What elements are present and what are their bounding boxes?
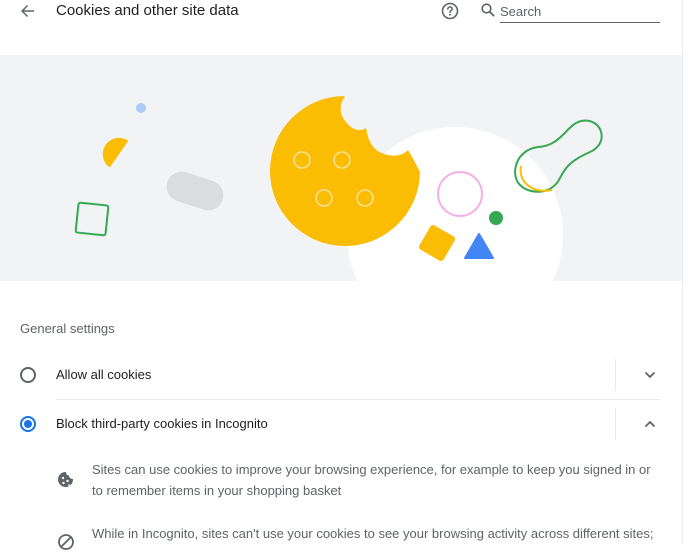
block-icon	[58, 534, 74, 550]
collapse-block-third-party-button[interactable]	[640, 414, 660, 434]
chevron-up-icon	[645, 421, 655, 427]
section-title: General settings	[20, 321, 115, 336]
help-button[interactable]	[440, 1, 460, 21]
back-button[interactable]	[18, 1, 38, 21]
search-input[interactable]	[500, 0, 660, 23]
option-label-allow-all-cookies[interactable]: Allow all cookies	[56, 367, 151, 382]
cookie-shape	[270, 96, 420, 246]
cookie-icon	[58, 471, 74, 487]
arrow-back-icon	[21, 5, 34, 17]
expand-allow-all-cookies-button[interactable]	[640, 365, 660, 385]
chevron-down-icon	[645, 372, 655, 378]
help-icon	[441, 2, 459, 20]
page-title: Cookies and other site data	[56, 2, 239, 19]
detail-text: While in Incognito, sites can't use your…	[92, 526, 654, 541]
page-header: Cookies and other site data	[0, 0, 682, 24]
radio-block-third-party-incognito[interactable]	[20, 416, 36, 432]
cookies-illustration-art	[74, 96, 603, 281]
row-divider	[56, 399, 660, 400]
search-icon	[481, 3, 495, 17]
divider	[615, 408, 616, 440]
divider	[615, 359, 616, 391]
option-label-block-third-party-incognito[interactable]: Block third-party cookies in Incognito	[56, 416, 268, 431]
search-field	[478, 0, 660, 24]
scrollbar-track	[682, 0, 683, 544]
radio-allow-all-cookies[interactable]	[20, 367, 36, 383]
cookies-illustration	[0, 55, 682, 281]
detail-text: Sites can use cookies to improve your br…	[92, 462, 651, 498]
